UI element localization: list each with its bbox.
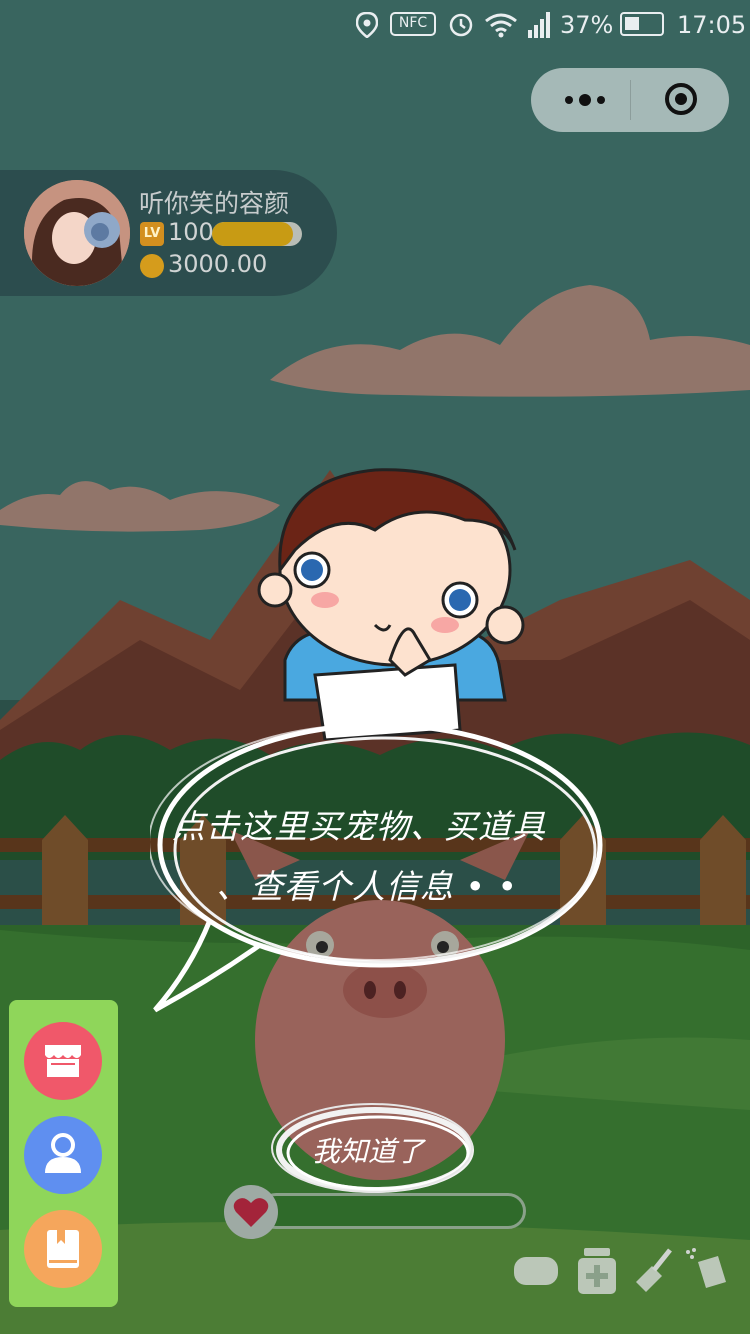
food-bowl-icon[interactable] [513,1256,559,1286]
book-icon [47,1230,79,1268]
target-circle-icon[interactable] [664,82,698,116]
coin-balance: 3000.00 [168,250,268,278]
alarm-icon [449,13,473,37]
status-bar: NFC 37% 17:05 [0,0,750,50]
shop-icon [45,1045,81,1077]
user-icon [45,1133,81,1173]
wifi-icon [485,13,517,38]
pet-health-bar [224,1185,528,1239]
heart-icon-wrap [224,1185,278,1239]
level-progress-bar [212,222,302,246]
more-dots-icon[interactable] [561,88,621,112]
signal-icon [528,12,550,38]
battery-icon [620,12,664,36]
level-badge: LV [140,222,164,246]
profile-button[interactable] [24,1116,102,1194]
broom-icon[interactable] [634,1248,674,1292]
nfc-badge: NFC [390,12,436,36]
avatar[interactable] [24,180,130,286]
side-menu [9,1000,118,1307]
guide-character-illustration [257,468,525,740]
handbook-button[interactable] [24,1210,102,1288]
shop-button[interactable] [24,1022,102,1100]
battery-percent: 37% [560,11,614,39]
clock: 17:05 [677,11,747,39]
heart-icon [233,1198,269,1227]
spray-icon[interactable] [684,1248,728,1292]
miniprogram-capsule [531,68,729,132]
location-icon [356,12,378,38]
level-progress-fill [212,222,293,246]
user-name: 听你笑的容颜 [139,189,290,218]
guide-tip-line1: 点击这里买宠物、买道具 [172,807,546,846]
medicine-icon[interactable] [578,1248,616,1294]
guide-tip-line2: 、查看个人信息 • • [216,867,518,906]
user-info-card[interactable]: 听你笑的容颜 LV 100 3000.00 [0,170,337,296]
level-value: 100 [168,218,214,246]
health-track [258,1193,526,1229]
coin-icon [140,254,164,278]
capsule-divider [630,80,631,120]
got-it-label[interactable]: 我知道了 [312,1130,424,1170]
